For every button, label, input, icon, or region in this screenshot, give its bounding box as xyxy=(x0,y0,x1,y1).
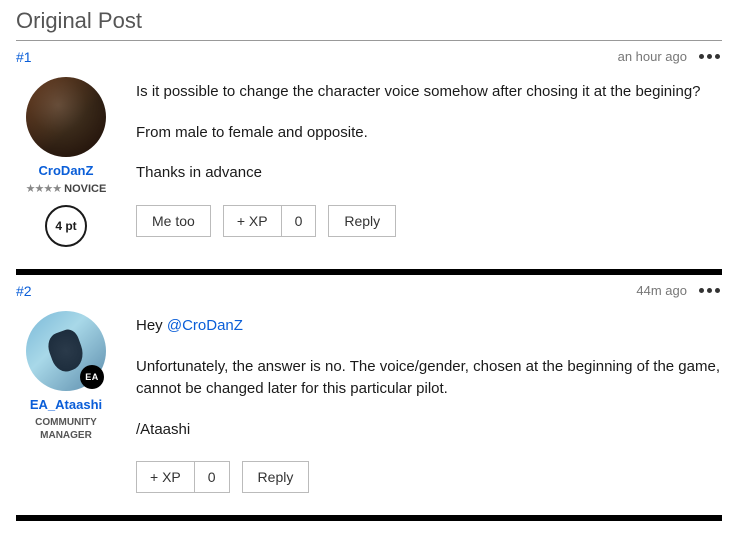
post-paragraph: Hey @CroDanZ xyxy=(136,315,722,338)
author-sidebar: EA EA_Ataashi COMMUNITY MANAGER xyxy=(16,311,116,493)
post-content: Hey @CroDanZ Unfortunately, the answer i… xyxy=(136,311,722,493)
post-actions: + XP 0 Reply xyxy=(136,461,722,493)
post-header: #2 44m ago xyxy=(16,283,722,299)
rank-label: NOVICE xyxy=(64,183,106,195)
avatar[interactable] xyxy=(26,77,106,157)
section-title: Original Post xyxy=(16,8,722,41)
post-paragraph: Unfortunately, the answer is no. The voi… xyxy=(136,356,722,401)
post-paragraph: Is it possible to change the character v… xyxy=(136,81,722,104)
author-sidebar: CroDanZ ★★★★ NOVICE 4 pt xyxy=(16,77,116,247)
ea-badge-icon: EA xyxy=(80,365,104,389)
xp-button[interactable]: + XP xyxy=(223,205,282,237)
post-header: #1 an hour ago xyxy=(16,49,722,65)
post: EA EA_Ataashi COMMUNITY MANAGER Hey @Cro… xyxy=(16,305,722,507)
post-content: Is it possible to change the character v… xyxy=(136,77,722,247)
timestamp: 44m ago xyxy=(636,283,687,298)
me-too-button[interactable]: Me too xyxy=(136,205,211,237)
timestamp: an hour ago xyxy=(618,49,687,64)
post-number-link[interactable]: #2 xyxy=(16,283,32,299)
reply-button[interactable]: Reply xyxy=(242,461,310,493)
post-paragraph: /Ataashi xyxy=(136,419,722,442)
post-paragraph: Thanks in advance xyxy=(136,162,722,185)
post-divider xyxy=(16,515,722,521)
points-badge: 4 pt xyxy=(45,205,87,247)
username-link[interactable]: CroDanZ xyxy=(39,163,94,178)
post-actions: Me too + XP 0 Reply xyxy=(136,205,722,237)
xp-group: + XP 0 xyxy=(136,461,230,493)
post-paragraph: From male to female and opposite. xyxy=(136,122,722,145)
reply-button[interactable]: Reply xyxy=(328,205,396,237)
user-mention-link[interactable]: @CroDanZ xyxy=(167,317,243,334)
post-number-link[interactable]: #1 xyxy=(16,49,32,65)
xp-group: + XP 0 xyxy=(223,205,317,237)
xp-button[interactable]: + XP xyxy=(136,461,195,493)
stars-icon: ★★★★ xyxy=(26,182,61,195)
more-options-icon[interactable] xyxy=(697,52,722,61)
username-link[interactable]: EA_Ataashi xyxy=(30,397,102,412)
role-label: COMMUNITY MANAGER xyxy=(16,416,116,442)
rank-row: ★★★★ NOVICE xyxy=(26,182,107,195)
more-options-icon[interactable] xyxy=(697,286,722,295)
greeting-text: Hey xyxy=(136,317,167,334)
xp-count: 0 xyxy=(195,461,230,493)
post-divider xyxy=(16,269,722,275)
post: CroDanZ ★★★★ NOVICE 4 pt Is it possible … xyxy=(16,71,722,261)
xp-count: 0 xyxy=(282,205,317,237)
